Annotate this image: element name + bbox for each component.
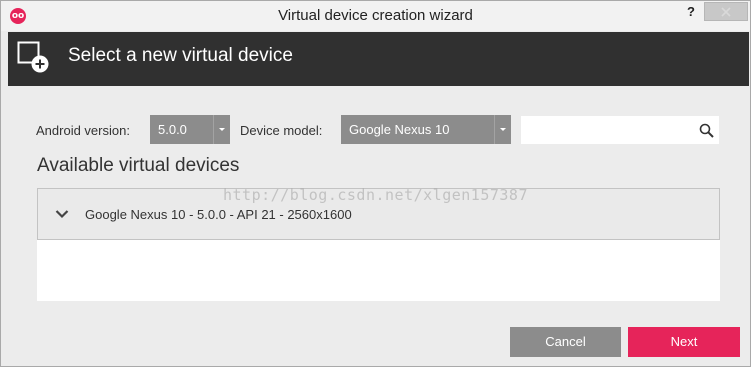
list-item[interactable]: Google Nexus 10 - 5.0.0 - API 21 - 2560x… [37, 188, 720, 240]
wizard-window: oo Virtual device creation wizard ? Sele… [0, 0, 751, 367]
chevron-down-icon[interactable] [55, 209, 69, 219]
chevron-down-icon[interactable] [213, 115, 230, 144]
page-title: Select a new virtual device [68, 45, 293, 66]
android-version-select[interactable]: 5.0.0 [150, 115, 230, 144]
wizard-header: Select a new virtual device [8, 32, 749, 86]
close-button[interactable] [704, 2, 748, 21]
help-button[interactable]: ? [682, 3, 700, 23]
android-version-value: 5.0.0 [158, 122, 187, 137]
device-label: Google Nexus 10 - 5.0.0 - API 21 - 2560x… [85, 207, 352, 222]
close-icon [721, 7, 731, 17]
search-icon[interactable] [699, 123, 714, 138]
device-model-label: Device model: [240, 123, 323, 138]
android-version-label: Android version: [36, 123, 130, 138]
chevron-down-icon[interactable] [494, 115, 511, 144]
search-input[interactable] [521, 116, 691, 144]
title-bar[interactable]: oo Virtual device creation wizard ? [1, 1, 750, 31]
device-model-select[interactable]: Google Nexus 10 [341, 115, 511, 144]
add-device-icon [17, 41, 49, 73]
cancel-button[interactable]: Cancel [510, 327, 621, 357]
window-title: Virtual device creation wizard [278, 7, 473, 24]
section-title: Available virtual devices [37, 155, 240, 176]
next-button[interactable]: Next [628, 327, 740, 357]
device-list: Google Nexus 10 - 5.0.0 - API 21 - 2560x… [37, 188, 720, 301]
search-field[interactable] [521, 116, 719, 144]
device-model-value: Google Nexus 10 [349, 122, 450, 137]
